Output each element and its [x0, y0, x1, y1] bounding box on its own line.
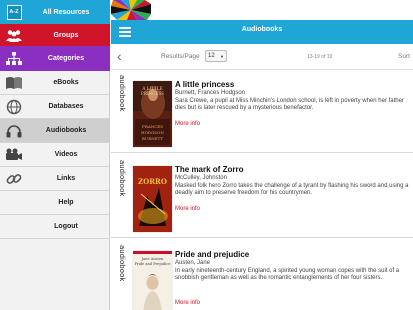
format-label: audiobook	[118, 160, 127, 197]
cover-image[interactable]: Jane Austen Pride and Prejudice	[133, 251, 172, 310]
sidebar-item-label: eBooks	[53, 79, 79, 86]
item-title[interactable]: Pride and prejudice	[175, 250, 249, 259]
item-description: In early nineteenth-century England, a s…	[175, 268, 400, 282]
sidebar-item-label: Links	[56, 175, 76, 182]
sidebar-item-videos[interactable]: Videos	[0, 143, 110, 167]
more-info-link[interactable]: More info	[175, 206, 200, 212]
top-strip	[111, 0, 413, 20]
sidebar-item-label: Databases	[48, 103, 84, 110]
item-description: Sara Crewe, a pupil at Miss Minchin's Lo…	[175, 98, 404, 112]
book-icon	[0, 71, 28, 94]
cover-text: Jane Austen	[141, 257, 164, 261]
sidebar-item-audiobooks[interactable]: Audiobooks	[0, 119, 110, 143]
format-label: audiobook	[118, 245, 127, 282]
sidebar-item-label: Videos	[54, 151, 78, 158]
cover-image[interactable]: ZORRO	[133, 166, 172, 232]
sidebar-item-label: Audiobooks	[45, 127, 87, 134]
sidebar-item-databases[interactable]: Databases	[0, 95, 110, 119]
page-info: 13-19 of 19	[307, 54, 333, 60]
sidebar-item-links[interactable]: Links	[0, 167, 110, 191]
results-per-page-select[interactable]: 12 ▼	[205, 50, 227, 62]
sidebar-item-groups[interactable]: Groups	[0, 24, 110, 46]
cover-text: Pride and Prejudice	[134, 262, 170, 266]
chain-link-icon	[0, 167, 28, 190]
cover-text: PRINCESS	[141, 91, 164, 96]
results-toolbar: ‹ Results/Page 12 ▼ 13-19 of 19 Sort	[111, 44, 413, 70]
cover-text: BURNETT	[142, 136, 163, 141]
back-chevron-icon[interactable]: ‹	[117, 49, 122, 63]
item-title[interactable]: The mark of Zorro	[175, 165, 243, 174]
sidebar-item-label: Categories	[47, 55, 85, 62]
results-list: audiobook A LITTLE PRINCESS FRANCES HODG…	[111, 71, 413, 310]
sidebar-item-label: Help	[58, 199, 74, 206]
sidebar-item-ebooks[interactable]: eBooks	[0, 71, 110, 95]
sidebar-item-categories[interactable]: Categories	[0, 46, 110, 71]
results-per-page-label: Results/Page	[161, 53, 200, 60]
more-info-link[interactable]: More info	[175, 300, 200, 306]
list-item[interactable]: audiobook ZORRO The mark of Zorro McCull…	[111, 156, 413, 238]
sidebar: A-Z All Resources Groups Categories eBoo…	[0, 0, 110, 310]
sidebar-item-all-resources[interactable]: A-Z All Resources	[0, 0, 110, 24]
cover-image[interactable]: A LITTLE PRINCESS FRANCES HODGSON BURNET…	[133, 81, 172, 147]
cover-text: HODGSON	[141, 130, 164, 135]
sidebar-item-help[interactable]: Help	[0, 191, 110, 215]
hierarchy-icon	[0, 46, 28, 71]
sidebar-item-label: Groups	[53, 31, 79, 39]
sidebar-item-logout[interactable]: Logout	[0, 215, 110, 239]
list-item[interactable]: audiobook Jane Austen Pride and Prejudic…	[111, 241, 413, 310]
list-item[interactable]: audiobook A LITTLE PRINCESS FRANCES HODG…	[111, 71, 413, 153]
video-camera-icon	[0, 143, 28, 166]
format-label: audiobook	[118, 75, 127, 112]
headphones-icon	[0, 119, 28, 142]
az-badge: A-Z	[6, 4, 22, 20]
sort-button[interactable]: Sort	[398, 53, 410, 60]
item-author: Austen, Jane	[175, 260, 211, 266]
cover-text: FRANCES	[142, 124, 163, 129]
dropdown-triangle-icon: ▼	[220, 53, 224, 59]
item-title[interactable]: A little princess	[175, 80, 234, 89]
globe-icon	[0, 95, 28, 118]
people-group-icon	[0, 24, 28, 46]
item-author: Burnett, Frances Hodgson	[175, 90, 246, 96]
results-per-page-value: 12	[208, 53, 215, 59]
logo-burst-icon	[111, 0, 151, 20]
sidebar-item-label: All Resources	[42, 8, 90, 16]
az-icon: A-Z	[0, 0, 28, 24]
cover-text: ZORRO	[138, 177, 167, 186]
header-bar: Audiobooks	[111, 20, 413, 44]
item-description: Masked folk hero Zorro takes the challen…	[175, 183, 409, 197]
sidebar-item-label: Logout	[54, 223, 78, 230]
more-info-link[interactable]: More info	[175, 121, 200, 127]
item-author: McCulley, Johnston	[175, 175, 227, 181]
page-title: Audiobooks	[241, 26, 283, 33]
